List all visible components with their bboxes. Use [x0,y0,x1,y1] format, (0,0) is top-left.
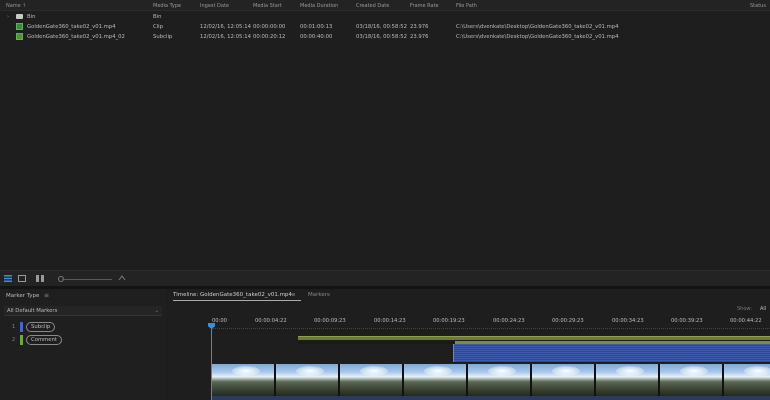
marker-color-swatch[interactable] [20,335,23,345]
project-toolbar [0,270,770,286]
panel-title: Marker Type [6,293,40,299]
item-frame-rate: 23.976 [410,34,429,40]
item-media-start: 00:00:00:00 [253,24,286,30]
thumbnail-highlight [232,366,260,376]
ruler-ticks [212,328,770,332]
project-row-clip[interactable]: GoldenGate360_take02_v01.mp4 Clip 12/02/… [0,22,770,32]
item-file-path: C:\Users\dvenkate\Desktop\GoldenGate360_… [456,24,619,30]
item-file-path: C:\Users\dvenkate\Desktop\GoldenGate360_… [456,34,619,40]
thumbnail-highlight [488,366,516,376]
item-name: Bin [27,14,36,20]
project-panel: Name ↑ Media Type Ingest Date Media Star… [0,0,770,270]
project-row-subclip[interactable]: GoldenGate360_take02_v01.mp4_02 Subclip … [0,32,770,42]
expand-arrow-icon[interactable]: › [7,14,9,20]
marker-shortcut-number: 1 [12,324,16,330]
item-media-duration: 00:00:40:00 [300,34,333,40]
comment-marker-track[interactable] [298,336,770,340]
ruler-label: 00:00:29:23 [552,318,584,324]
marker-type-panel: Marker Type ≡ All Default Markers ⌄ 1 Su… [0,289,166,400]
column-header-name[interactable]: Name [6,3,21,9]
ruler-label: 00:00:19:23 [433,318,465,324]
zoom-slider-track[interactable] [62,279,112,280]
marker-filter-dropdown[interactable]: All Default Markers ⌄ [4,306,162,316]
thumbnail-highlight [424,366,452,376]
item-media-type: Clip [153,24,164,30]
item-ingest-date: 12/02/16, 12:05:14 [200,24,251,30]
sort-arrow-icon[interactable]: ↑ [22,3,26,9]
item-media-type: Subclip [153,34,173,40]
marker-shortcut-number: 2 [12,337,16,343]
column-header-media-start[interactable]: Media Start [253,3,282,9]
item-created-date: 03/18/16, 00:58:52 [356,24,407,30]
playhead-line[interactable] [211,329,212,400]
ruler-label: 00:00:34:23 [612,318,644,324]
item-media-type: Bin [153,14,162,20]
thumbnail-highlight [552,366,580,376]
column-header-status[interactable]: Status [750,3,766,9]
tab-timeline[interactable]: Timeline: GoldenGate360_take02_v01.mp4 [173,292,292,298]
tab-menu-icon[interactable]: ≡ [291,292,296,298]
marker-track-gap [298,341,458,344]
thumbnail-highlight [296,366,324,376]
thumbnail-highlight [360,366,388,376]
ruler-label: 00:00:24:23 [493,318,525,324]
column-header-ingest-date[interactable]: Ingest Date [200,3,229,9]
item-media-duration: 00:01:00:13 [300,24,333,30]
thumbnail-highlight [744,366,770,376]
video-thumbnail-strip[interactable] [212,364,770,396]
column-header-row: Name ↑ Media Type Ingest Date Media Star… [0,0,770,11]
icon-view-icon[interactable] [18,275,26,282]
thumbnail-highlight [680,366,708,376]
marker-type-label[interactable]: Subclip [26,322,56,332]
dropdown-value: All Default Markers [7,308,58,314]
item-ingest-date: 12/02/16, 12:05:14 [200,34,251,40]
timeline-panel: Timeline: GoldenGate360_take02_v01.mp4 ≡… [168,289,770,400]
ruler-label: 00:00:44:22 [730,318,762,324]
column-header-media-duration[interactable]: Media Duration [300,3,338,9]
time-ruler[interactable]: 00:00 00:00:04:22 00:00:09:23 00:00:14:2… [212,317,770,327]
marker-color-swatch[interactable] [20,322,23,332]
subclip-icon [16,33,23,40]
item-frame-rate: 23.976 [410,24,429,30]
list-view-icon[interactable] [4,275,12,282]
ruler-label: 00:00:39:23 [671,318,703,324]
tab-markers[interactable]: Markers [308,292,330,298]
zoom-in-icon[interactable] [118,274,126,281]
column-header-frame-rate[interactable]: Frame Rate [410,3,439,9]
panel-menu-icon[interactable]: ≡ [44,292,49,299]
subclip-marker-range[interactable] [453,344,770,362]
item-media-start: 00:00:20:12 [253,34,286,40]
chevron-down-icon: ⌄ [154,308,159,314]
thumbnail-highlight [616,366,644,376]
item-created-date: 03/18/16, 00:58:52 [356,34,407,40]
folder-icon [16,14,23,19]
item-name: GoldenGate360_take02_v01.mp4 [27,24,116,30]
active-tab-underline [173,300,301,301]
show-label: Show: [737,306,752,312]
marker-type-label[interactable]: Comment [26,335,62,345]
item-name: GoldenGate360_take02_v01.mp4_02 [27,34,125,40]
ruler-label: 00:00:09:23 [314,318,346,324]
column-header-media-type[interactable]: Media Type [153,3,181,9]
freeform-view-icon[interactable] [36,275,44,282]
clip-icon [16,23,23,30]
column-header-file-path[interactable]: File Path [456,3,477,9]
project-row-bin[interactable]: › Bin Bin [0,12,770,22]
video-track-base [212,396,770,400]
column-header-created-date[interactable]: Created Date [356,3,389,9]
show-filter-value[interactable]: All [760,306,766,312]
ruler-label: 00:00:14:23 [374,318,406,324]
ruler-label: 00:00:04:22 [255,318,287,324]
